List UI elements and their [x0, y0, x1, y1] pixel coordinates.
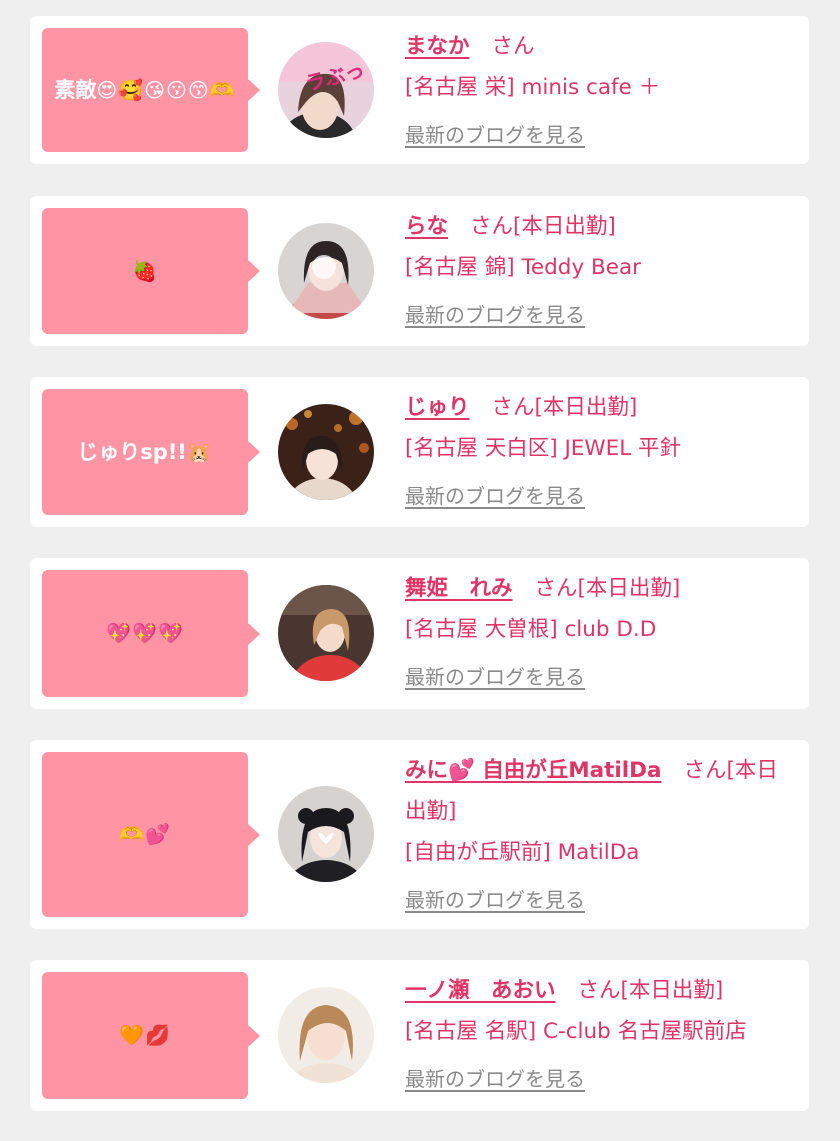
name-link[interactable]: じゅり	[405, 395, 470, 420]
message-bubble[interactable]: 🫶💕	[42, 752, 260, 917]
latest-blog-link[interactable]: 最新のブログを見る	[405, 295, 585, 336]
status-badge: [本日出勤]	[620, 978, 724, 1003]
list-item: 💖💖💖 舞姫 れみ さん[本日出勤] [名古屋 大曽根] club D.D 最新の…	[30, 558, 809, 709]
message-bubble[interactable]: 🧡💋	[42, 972, 260, 1099]
name-link[interactable]: まなか	[405, 34, 470, 59]
avatar[interactable]	[278, 223, 374, 319]
latest-blog-link[interactable]: 最新のブログを見る	[405, 1059, 585, 1100]
latest-blog-link[interactable]: 最新のブログを見る	[405, 880, 585, 921]
honorific: さん	[683, 758, 727, 783]
message-bubble[interactable]: 素敵😍🥰😘😗😙🫶	[42, 28, 260, 152]
latest-blog-link[interactable]: 最新のブログを見る	[405, 657, 585, 698]
message-emojis: 🍓	[132, 258, 158, 283]
latest-blog-link[interactable]: 最新のブログを見る	[405, 115, 585, 156]
message-emojis: 🧡💋	[119, 1023, 171, 1048]
avatar[interactable]	[278, 786, 374, 882]
shop-info: [自由が丘駅前] MatilDa	[405, 840, 640, 865]
message-bubble[interactable]: じゅりsp!!🐹	[42, 389, 260, 515]
status-badge: [本日出勤]	[534, 395, 638, 420]
honorific: さん	[534, 576, 578, 601]
avatar[interactable]	[278, 404, 374, 500]
message-emojis: 🐹	[186, 439, 213, 464]
entry-info: 一ノ瀬 あおい さん[本日出勤] [名古屋 名駅] C-club 名古屋駅前店 最…	[405, 970, 787, 1100]
message-emojis: 💖💖💖	[106, 621, 184, 646]
message-emojis: 🫶💕	[119, 822, 171, 847]
name-link[interactable]: 一ノ瀬 あおい	[405, 978, 556, 1003]
shop-info: [名古屋 栄] minis cafe ＋	[405, 75, 661, 100]
entry-info: じゅり さん[本日出勤] [名古屋 天白区] JEWEL 平針 最新のブログを見る	[405, 387, 787, 517]
shop-info: [名古屋 大曽根] club D.D	[405, 617, 657, 642]
honorific: さん	[491, 34, 535, 59]
latest-blog-link[interactable]: 最新のブログを見る	[405, 476, 585, 517]
list-item: 🍓 らな さん[本日出勤] [名古屋 錦] Teddy Bear 最新のブログを見…	[30, 196, 809, 346]
status-badge: [本日出勤]	[577, 576, 681, 601]
name-link[interactable]: みに💕 自由が丘MatilDa	[405, 758, 662, 783]
avatar[interactable]: ラぶっ	[278, 42, 374, 138]
shop-info: [名古屋 名駅] C-club 名古屋駅前店	[405, 1019, 747, 1044]
blog-list: 素敵😍🥰😘😗😙🫶 ラぶっ まなか さん [名古屋 栄] minis cafe ＋ …	[0, 0, 840, 1141]
message-bubble[interactable]: 💖💖💖	[42, 570, 260, 697]
name-link[interactable]: 舞姫 れみ	[405, 576, 513, 601]
list-item: 素敵😍🥰😘😗😙🫶 ラぶっ まなか さん [名古屋 栄] minis cafe ＋ …	[30, 16, 809, 164]
list-item: 🧡💋 一ノ瀬 あおい さん[本日出勤] [名古屋 名駅] C-club 名古屋駅前…	[30, 960, 809, 1111]
entry-info: みに💕 自由が丘MatilDa さん[本日出勤] [自由が丘駅前] MatilDa…	[405, 750, 787, 921]
status-badge: [本日出勤]	[513, 214, 616, 239]
message-text: じゅりsp!!	[77, 439, 187, 464]
message-text: 素敵	[54, 77, 97, 102]
avatar[interactable]	[278, 987, 374, 1083]
name-link[interactable]: らな	[405, 214, 448, 239]
message-emojis: 😍🥰😘😗😙🫶	[96, 77, 236, 102]
message-bubble[interactable]: 🍓	[42, 208, 260, 334]
honorific: さん	[577, 978, 621, 1003]
entry-info: 舞姫 れみ さん[本日出勤] [名古屋 大曽根] club D.D 最新のブログを…	[405, 568, 787, 698]
entry-info: まなか さん [名古屋 栄] minis cafe ＋ 最新のブログを見る	[405, 26, 787, 156]
list-item: 🫶💕 みに💕 自由が丘MatilDa さん[本日出勤] [自由が丘駅前] Mati…	[30, 740, 809, 929]
shop-info: [名古屋 錦] Teddy Bear	[405, 255, 641, 280]
shop-info: [名古屋 天白区] JEWEL 平針	[405, 436, 682, 461]
avatar[interactable]	[278, 585, 374, 681]
list-item: じゅりsp!!🐹 じゅり さん[本日出勤] [名古屋 天白区] JEWEL 平針 …	[30, 377, 809, 527]
honorific: さん	[491, 395, 535, 420]
entry-info: らな さん[本日出勤] [名古屋 錦] Teddy Bear 最新のブログを見る	[405, 206, 787, 336]
honorific: さん	[470, 214, 514, 239]
